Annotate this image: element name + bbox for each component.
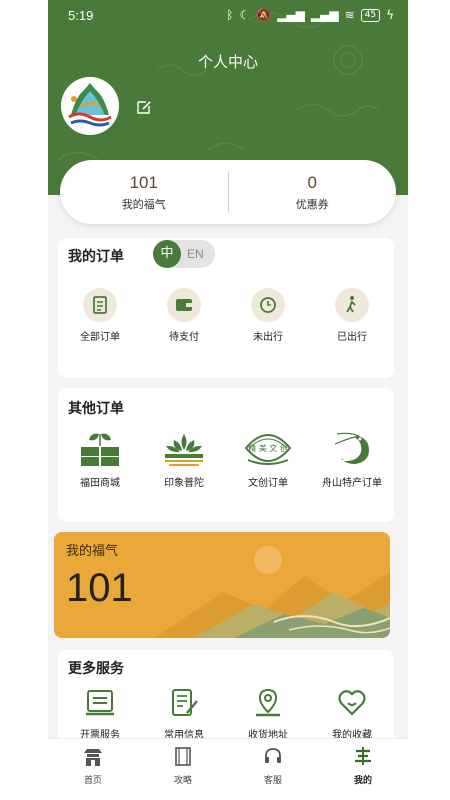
tab-service[interactable]: 客服 — [228, 739, 318, 800]
battery-icon: 45 — [360, 8, 381, 22]
stat-label: 我的福气 — [121, 197, 166, 211]
bluetooth-icon: ᛒ — [226, 8, 234, 22]
wifi-icon: ≋ — [344, 8, 355, 22]
order-label: 文创订单 — [248, 478, 288, 489]
order-item-all[interactable]: 全部订单 — [58, 288, 142, 343]
status-bar: 5:19 ᛒ ☾ 🔕 ▂▄▆ ▂▄▆ ≋ 45 ϟ — [48, 0, 408, 30]
shrimp-icon — [334, 432, 369, 464]
order-label: 已出行 — [337, 332, 367, 343]
tab-guide[interactable]: 攻略 — [138, 739, 228, 800]
other-order-cultural[interactable]: 精 美 文 创 文创订单 — [226, 430, 310, 489]
order-label: 福田商城 — [80, 478, 120, 489]
charging-icon: ϟ — [386, 8, 394, 22]
wallet-icon — [167, 288, 201, 322]
all-orders-icon — [83, 288, 117, 322]
service-favorites[interactable]: 我的收藏 — [310, 686, 394, 741]
tab-label: 我的 — [353, 776, 372, 786]
avatar[interactable] — [61, 77, 119, 135]
status-time: 5:19 — [68, 8, 94, 23]
fuqi-label: 我的福气 — [66, 544, 119, 559]
page-title: 个人中心 — [197, 53, 258, 71]
order-label: 舟山特产订单 — [322, 478, 382, 489]
lang-en-option[interactable]: EN — [187, 240, 204, 268]
stat-label: 优惠券 — [295, 197, 329, 211]
order-item-travelled[interactable]: 已出行 — [310, 288, 394, 343]
tab-label: 首页 — [83, 776, 102, 786]
lotus-icon — [165, 434, 203, 466]
order-label: 待支付 — [169, 332, 199, 343]
walking-icon — [335, 288, 369, 322]
service-address[interactable]: 收货地址 — [226, 686, 310, 741]
cultural-badge-icon: 精 美 文 创 — [244, 434, 292, 465]
stat-coupons[interactable]: 0 优惠券 — [229, 173, 397, 212]
profile-screen: 5:19 ᛒ ☾ 🔕 ▂▄▆ ▂▄▆ ≋ 45 ϟ 个人中心 101 我的福气 … — [48, 0, 408, 800]
putuo-logo-icon — [61, 77, 119, 135]
edit-icon[interactable] — [136, 99, 152, 115]
section-title: 更多服务 — [68, 661, 124, 677]
heart-icon — [338, 690, 366, 716]
profile-icon — [355, 747, 371, 765]
other-order-impression-putuo[interactable]: 印象普陀 — [142, 430, 226, 489]
bottom-tab-bar: 首页 攻略 客服 我的 — [48, 738, 408, 800]
section-title: 我的订单 — [68, 249, 124, 265]
service-invoice[interactable]: 开票服务 — [58, 686, 142, 741]
sprout-icon — [81, 433, 119, 466]
services-grid: 开票服务 常用信息 收货地址 我的收藏 — [58, 686, 394, 741]
other-order-grid: 福田商城 印象普陀 精 美 文 创 文创订单 舟山特产订单 — [58, 430, 394, 489]
clock-icon — [251, 288, 285, 322]
stats-card: 101 我的福气 0 优惠券 — [60, 160, 396, 224]
order-label: 印象普陀 — [164, 478, 204, 489]
other-order-futian-mall[interactable]: 福田商城 — [58, 430, 142, 489]
other-orders-card: 其他订单 福田商城 印象普陀 精 美 文 创 文创订单 舟山特产订单 — [58, 388, 394, 522]
order-label: 全部订单 — [80, 332, 120, 343]
tab-label: 攻略 — [173, 776, 192, 786]
stat-fuqi[interactable]: 101 我的福气 — [60, 173, 228, 212]
service-common-info[interactable]: 常用信息 — [142, 686, 226, 741]
tab-home[interactable]: 首页 — [48, 739, 138, 800]
document-edit-icon — [172, 689, 198, 716]
badge-text: 精 美 文 创 — [248, 443, 288, 453]
signal-icon: ▂▄▆ — [310, 8, 339, 22]
language-toggle[interactable]: 中 EN — [153, 240, 215, 268]
location-icon — [256, 688, 280, 717]
headset-icon — [265, 748, 281, 763]
my-orders-card: 我的订单 中 EN 全部订单 待支付 未出行 已出行 — [58, 238, 394, 378]
section-title: 其他订单 — [68, 401, 124, 417]
more-services-card: 更多服务 开票服务 常用信息 收货地址 我的收藏 — [58, 650, 394, 750]
mute-icon: 🔕 — [256, 8, 272, 22]
temple-icon — [84, 749, 102, 766]
stat-value: 101 — [129, 172, 158, 192]
fuqi-card[interactable]: 我的福气 101 — [54, 532, 390, 638]
order-label: 未出行 — [253, 332, 283, 343]
tab-mine[interactable]: 我的 — [318, 739, 408, 800]
tab-label: 客服 — [263, 776, 282, 786]
order-grid: 全部订单 待支付 未出行 已出行 — [58, 288, 394, 343]
book-icon — [175, 747, 191, 766]
fuqi-value: 101 — [66, 566, 133, 610]
other-order-zhoushan-specialty[interactable]: 舟山特产订单 — [310, 430, 394, 489]
moon-icon: ☾ — [239, 8, 251, 22]
order-item-not-travelled[interactable]: 未出行 — [226, 288, 310, 343]
status-icons: ᛒ ☾ 🔕 ▂▄▆ ▂▄▆ ≋ 45 ϟ — [226, 8, 394, 22]
lang-zh-option[interactable]: 中 — [153, 240, 181, 268]
order-item-unpaid[interactable]: 待支付 — [142, 288, 226, 343]
invoice-icon — [86, 690, 114, 716]
signal-icon: ▂▄▆ — [277, 8, 305, 22]
stat-value: 0 — [307, 172, 317, 192]
